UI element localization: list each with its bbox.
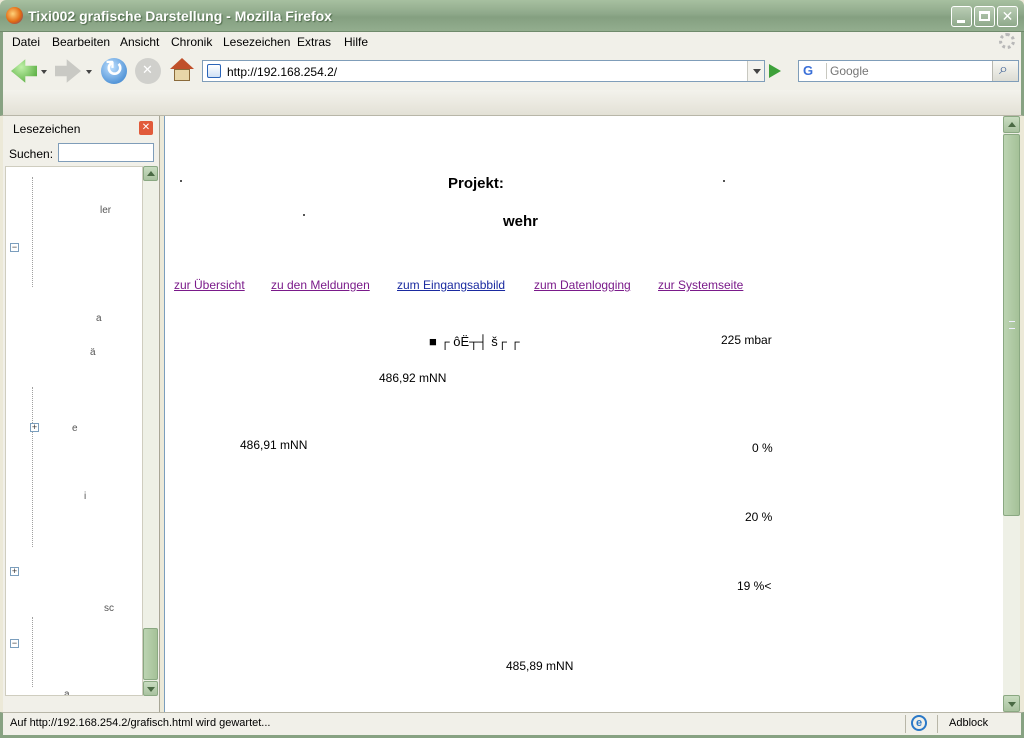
scroll-up-arrow-icon[interactable]	[143, 166, 158, 181]
adblock-status[interactable]: Adblock	[949, 717, 988, 729]
sidebar-search-input[interactable]	[58, 143, 154, 162]
link-uebersicht[interactable]: zur Übersicht	[174, 278, 245, 292]
minimize-button[interactable]	[951, 6, 972, 27]
menu-chronik[interactable]: Chronik	[171, 35, 212, 49]
maximize-button[interactable]	[974, 6, 995, 27]
scroll-down-arrow-icon[interactable]	[143, 681, 158, 696]
status-message: Auf http://192.168.254.2/grafisch.html w…	[10, 717, 271, 729]
menu-extras[interactable]: Extras	[297, 35, 331, 49]
page-scroll-thumb[interactable]	[1003, 134, 1020, 516]
scroll-down-arrow-icon[interactable]	[1003, 695, 1020, 712]
tree-line	[32, 617, 33, 687]
link-systemseite[interactable]: zur Systemseite	[658, 278, 743, 292]
status-separator	[937, 715, 938, 733]
link-eingangsabbild[interactable]: zum Eingangsabbild	[397, 278, 505, 292]
minimize-icon	[957, 20, 965, 23]
bookmark-item[interactable]: ler	[100, 205, 111, 216]
sidebar-title: Lesezeichen	[13, 122, 81, 136]
search-engine-selector[interactable]: G	[801, 63, 827, 79]
close-icon: ✕	[1001, 8, 1014, 24]
maximize-icon	[979, 11, 990, 21]
bookmarks-tree[interactable]: − + + − ler a ä e i sc a	[5, 166, 143, 696]
level-value-1: 486,92 mNN	[379, 371, 447, 385]
pressure-value: 225 mbar	[721, 333, 772, 347]
close-window-button[interactable]: ✕	[997, 6, 1018, 27]
project-subheading: wehr	[503, 213, 539, 230]
back-history-dropdown[interactable]	[41, 70, 47, 74]
firefox-icon	[6, 7, 23, 24]
url-text[interactable]: http://192.168.254.2/	[227, 65, 337, 79]
decor-dot	[180, 180, 182, 182]
search-input[interactable]	[830, 63, 988, 79]
bookmarks-sidebar: Lesezeichen ✕ Suchen: − + + − ler a ä e …	[3, 116, 160, 712]
scroll-up-arrow-icon[interactable]	[1003, 116, 1020, 133]
link-meldungen[interactable]: zu den Meldungen	[271, 278, 370, 292]
scroll-grip-icon	[1009, 321, 1015, 329]
google-icon: G	[803, 63, 814, 78]
sidebar-search-label: Suchen:	[9, 147, 54, 161]
bookmark-item[interactable]: ä	[90, 347, 96, 358]
home-button[interactable]	[169, 58, 195, 82]
forward-button[interactable]	[55, 59, 81, 83]
percent-value-1: 0 %	[752, 441, 773, 455]
sidebar-close-icon[interactable]: ✕	[139, 121, 153, 135]
garbled-text: ■ ┌ ôË┬┤ š┌ ┌	[429, 334, 520, 349]
page-icon	[207, 64, 221, 78]
forward-history-dropdown[interactable]	[86, 70, 92, 74]
bookmark-item[interactable]: e	[72, 423, 78, 434]
menu-lesezeichen[interactable]: Lesezeichen	[223, 35, 290, 49]
bookmark-item[interactable]: i	[84, 491, 86, 502]
tree-collapse-icon[interactable]: −	[10, 639, 19, 648]
decor-dot	[723, 180, 725, 182]
menu-bar: Datei Bearbeiten Ansicht Chronik Lesezei…	[0, 32, 1024, 52]
url-bar[interactable]: http://192.168.254.2/	[202, 60, 765, 82]
home-icon	[170, 58, 194, 69]
project-heading: Projekt:	[448, 175, 504, 192]
tree-line	[32, 387, 33, 547]
home-icon-wall	[174, 69, 190, 81]
menu-bearbeiten[interactable]: Bearbeiten	[52, 35, 110, 49]
search-go-icon[interactable]	[992, 61, 1018, 81]
link-datenlogging[interactable]: zum Datenlogging	[534, 278, 631, 292]
bookmark-item[interactable]: a	[96, 313, 102, 324]
percent-value-3: 19 %<	[737, 579, 772, 593]
sidebar-scroll-thumb[interactable]	[143, 628, 158, 680]
decor-dot	[303, 214, 305, 216]
url-history-dropdown[interactable]	[747, 61, 764, 81]
window-titlebar[interactable]: Tixi002 grafische Darstellung - Mozilla …	[0, 0, 1024, 32]
status-separator	[905, 715, 906, 733]
activity-throbber-icon	[999, 33, 1015, 49]
navigation-toolbar: http://192.168.254.2/ G	[0, 52, 1024, 90]
sidebar-scrollbar[interactable]	[143, 166, 158, 696]
back-button[interactable]	[11, 59, 37, 83]
level-value-2: 486,91 mNN	[240, 438, 308, 452]
page-content: Projekt: wehr zur Übersicht zu den Meldu…	[164, 116, 1003, 712]
stop-button[interactable]	[135, 58, 161, 84]
menu-ansicht[interactable]: Ansicht	[120, 35, 159, 49]
window-title: Tixi002 grafische Darstellung - Mozilla …	[28, 8, 332, 24]
percent-value-2: 20 %	[745, 510, 773, 524]
status-bar: Auf http://192.168.254.2/grafisch.html w…	[0, 712, 1024, 738]
page-scrollbar[interactable]	[1003, 116, 1020, 712]
go-button[interactable]	[769, 64, 781, 78]
tree-expand-icon[interactable]: +	[10, 567, 19, 576]
level-value-3: 485,89 mNN	[506, 659, 574, 673]
bookmark-item[interactable]: sc	[104, 603, 114, 614]
menu-datei[interactable]: Datei	[12, 35, 40, 49]
tree-collapse-icon[interactable]: −	[10, 243, 19, 252]
ie-tab-icon[interactable]: e	[911, 715, 927, 731]
reload-button[interactable]	[101, 56, 127, 84]
tree-expand-icon[interactable]: +	[30, 423, 39, 432]
tree-line	[32, 177, 33, 287]
menu-hilfe[interactable]: Hilfe	[344, 35, 368, 49]
bookmarks-toolbar	[0, 90, 1024, 116]
search-bar[interactable]: G	[798, 60, 1019, 82]
bookmark-item[interactable]: a	[64, 689, 70, 695]
